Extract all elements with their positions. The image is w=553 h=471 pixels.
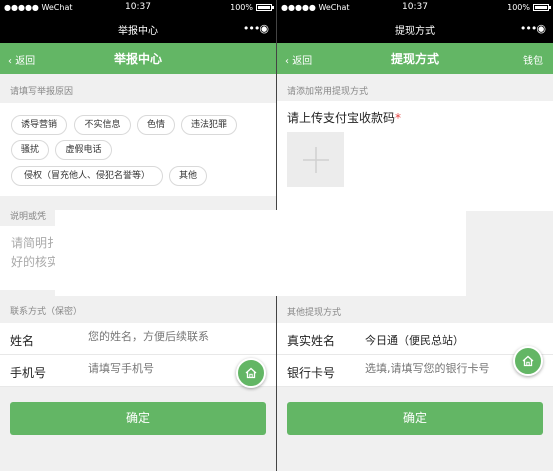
battery-indicator: 100%	[230, 3, 274, 12]
reason-section-label: 请填写举报原因	[10, 87, 74, 97]
wechat-title-bar: 举报中心 •••◉	[0, 16, 276, 43]
nav-bar: ‹ 返回 提现方式 钱包	[277, 43, 553, 74]
description-placeholder-line2: 好的核实	[11, 255, 60, 269]
home-icon	[522, 355, 534, 367]
wechat-title: 举报中心	[118, 26, 158, 37]
realname-value[interactable]: 今日通（便民总站）	[365, 332, 464, 348]
description-section-label: 说明或凭	[10, 212, 47, 222]
battery-percent: 100%	[230, 3, 253, 12]
plus-icon	[302, 146, 329, 173]
other-method-label: 其他提现方式	[287, 308, 342, 318]
phone-input[interactable]	[88, 362, 238, 375]
tag-fake-phone[interactable]: 虚假电话	[55, 140, 112, 160]
add-method-label: 请添加常用提现方式	[287, 87, 369, 97]
name-field-row: 姓名	[0, 323, 276, 355]
name-label: 姓名	[10, 334, 35, 348]
battery-icon	[533, 4, 551, 11]
wallet-link[interactable]: 钱包	[523, 52, 543, 67]
home-icon	[245, 367, 257, 379]
phone-label: 手机号	[10, 366, 47, 380]
battery-icon	[256, 4, 274, 11]
page-title: 举报中心	[113, 52, 162, 66]
contact-section-label: 联系方式（保密）	[10, 307, 83, 317]
status-bar: ●●●●● WeChat 10:37 100%	[0, 0, 276, 16]
realname-field-row: 真实姓名 今日通（便民总站）	[277, 323, 553, 355]
tag-porn[interactable]: 色情	[137, 115, 175, 135]
more-dots-icon[interactable]: •••◉	[520, 22, 546, 35]
reason-tag-panel: 诱导营销 不实信息 色情 违法犯罪 骚扰 虚假电话 侵权（冒充他人、侵犯名誉等）…	[0, 103, 276, 196]
tag-induced-marketing[interactable]: 诱导营销	[11, 115, 67, 135]
battery-indicator: 100%	[507, 3, 551, 12]
battery-percent: 100%	[507, 3, 530, 12]
phone-field-row: 手机号	[0, 355, 276, 387]
tag-infringement[interactable]: 侵权（冒充他人、侵犯名誉等）	[11, 166, 163, 186]
tag-harassment[interactable]: 骚扰	[11, 140, 49, 160]
upload-title: 请上传支付宝收款码*	[287, 109, 401, 126]
occluding-overlay	[55, 210, 466, 296]
back-label: 返回	[15, 56, 36, 67]
alipay-upload-card: 请上传支付宝收款码*	[277, 101, 553, 211]
tag-false-info[interactable]: 不实信息	[74, 115, 131, 135]
wechat-title: 提现方式	[395, 26, 435, 37]
tag-illegal[interactable]: 违法犯罪	[181, 115, 237, 135]
required-mark: *	[395, 111, 402, 125]
back-label: 返回	[292, 56, 313, 67]
status-bar: ●●●●● WeChat 10:37 100%	[277, 0, 553, 16]
upload-image-button[interactable]	[287, 132, 344, 187]
realname-label: 真实姓名	[287, 334, 336, 348]
bankcard-label: 银行卡号	[287, 366, 336, 380]
confirm-button[interactable]: 确定	[10, 402, 266, 435]
page-title: 提现方式	[390, 52, 439, 66]
back-button[interactable]: ‹ 返回	[8, 52, 35, 67]
description-placeholder-line1: 请简明扌	[11, 236, 60, 250]
bankcard-field-row: 银行卡号	[277, 355, 553, 387]
home-button[interactable]	[236, 358, 266, 388]
name-input[interactable]	[88, 330, 238, 343]
nav-bar: ‹ 返回 举报中心	[0, 43, 276, 74]
confirm-button[interactable]: 确定	[287, 402, 543, 435]
more-dots-icon[interactable]: •••◉	[243, 22, 269, 35]
upload-title-text: 请上传支付宝收款码	[287, 111, 396, 125]
tag-other[interactable]: 其他	[169, 166, 207, 186]
wechat-title-bar: 提现方式 •••◉	[277, 16, 553, 43]
home-button[interactable]	[513, 346, 543, 376]
bankcard-input[interactable]	[365, 362, 515, 375]
back-button[interactable]: ‹ 返回	[285, 52, 312, 67]
